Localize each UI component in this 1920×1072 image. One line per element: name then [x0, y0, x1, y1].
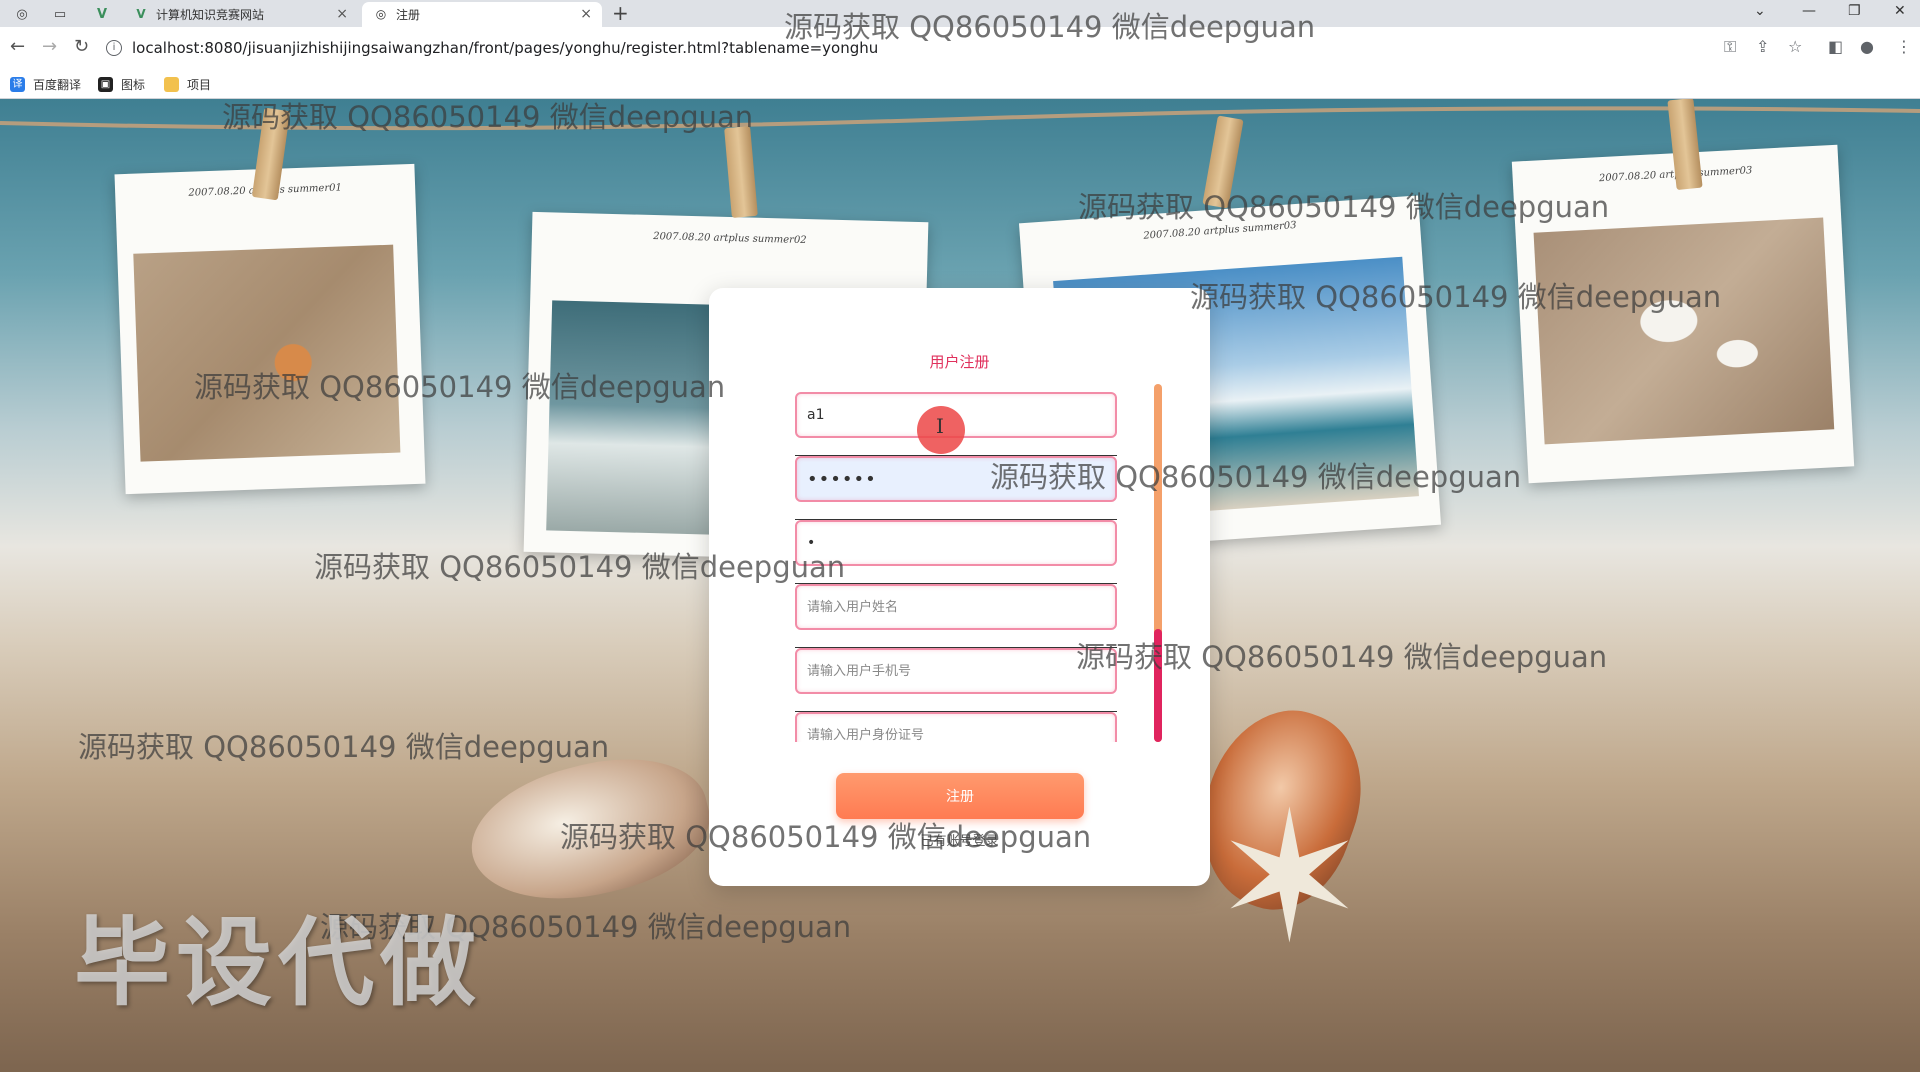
tab-title: 注册 — [396, 8, 421, 22]
bookmark-icons[interactable]: ▣ 图标 — [98, 76, 145, 93]
watermark: 源码获取 QQ86050149 微信deepguan — [990, 460, 1522, 494]
shells-photo — [1533, 217, 1835, 445]
close-icon[interactable]: × — [336, 6, 348, 22]
close-window-button[interactable]: ✕ — [1894, 3, 1906, 19]
image-icon: ▣ — [98, 77, 113, 92]
starfish-decoration: ✶ — [1214, 774, 1365, 983]
tab-register[interactable]: ◎ 注册 × — [362, 2, 602, 27]
name-input[interactable] — [795, 584, 1117, 630]
back-icon[interactable]: ← — [10, 36, 25, 57]
idcard-input[interactable] — [795, 712, 1117, 742]
menu-icon[interactable]: ⋮ — [1896, 37, 1912, 56]
url-text: localhost:8080/jisuanjizhishijingsaiwang… — [132, 39, 879, 57]
sidebar-icon[interactable]: ◧ — [1828, 37, 1843, 56]
bookmark-label: 图标 — [121, 78, 146, 92]
phone-input[interactable] — [795, 648, 1117, 694]
forward-icon[interactable]: → — [42, 36, 57, 57]
restore-button[interactable]: ❐ — [1848, 3, 1861, 19]
minimize-button[interactable]: — — [1802, 3, 1816, 19]
tab-competition-site[interactable]: V 计算机知识竞赛网站 × — [122, 2, 358, 27]
watermark: 源码获取 QQ86050149 微信deepguan — [78, 730, 610, 764]
info-icon[interactable]: i — [106, 40, 122, 56]
register-card: 用户注册 注册 已有账号登录 — [709, 288, 1210, 886]
watermark: 源码获取 QQ86050149 微信deepguan — [560, 820, 1092, 854]
key-icon[interactable]: ⚿ — [1724, 37, 1736, 57]
chevron-down-icon[interactable]: ⌄ — [1754, 3, 1766, 19]
form-scrollbar[interactable] — [1154, 384, 1162, 742]
reload-icon[interactable]: ↻ — [74, 36, 89, 57]
bookmark-baidu-translate[interactable]: 译 百度翻译 — [10, 76, 81, 93]
translate-icon: 译 — [10, 77, 25, 92]
folder-icon — [164, 77, 179, 92]
globe-icon[interactable]: ◎ — [6, 3, 38, 25]
watermark: 源码获取 QQ86050149 微信deepguan — [194, 370, 726, 404]
new-tab-button[interactable]: + — [612, 1, 629, 25]
share-icon[interactable]: ⇪ — [1756, 37, 1769, 56]
vue-tab-icon[interactable]: V — [86, 3, 118, 25]
watermark: 源码获取 QQ86050149 微信deepguan — [1190, 280, 1722, 314]
watermark: 源码获取 QQ86050149 微信deepguan — [1076, 640, 1608, 674]
name-field-row — [795, 584, 1117, 648]
bookmark-label: 项目 — [187, 78, 212, 92]
photo-caption: 2007.08.20 artplus summer02 — [653, 231, 807, 247]
bookmark-folder-project[interactable]: 项目 — [164, 76, 211, 93]
globe-icon: ◎ — [375, 7, 387, 21]
watermark: 源码获取 QQ86050149 微信deepguan — [784, 10, 1316, 44]
star-icon[interactable]: ☆ — [1788, 37, 1802, 56]
register-button[interactable]: 注册 — [836, 773, 1084, 819]
large-watermark: 毕设代做 — [74, 907, 482, 1019]
watermark: 源码获取 QQ86050149 微信deepguan — [314, 550, 846, 584]
blank-tab-icon[interactable]: ▭ — [44, 3, 76, 25]
idcard-field-row — [795, 712, 1117, 742]
starfish-photo — [133, 244, 401, 462]
watermark: 源码获取 QQ86050149 微信deepguan — [222, 100, 754, 134]
phone-field-row — [795, 648, 1117, 712]
text-cursor-icon: I — [936, 414, 944, 438]
tab-title: 计算机知识竞赛网站 — [156, 8, 265, 22]
watermark: 源码获取 QQ86050149 微信deepguan — [1078, 190, 1610, 224]
profile-icon[interactable]: ● — [1860, 37, 1874, 56]
page-title: 用户注册 — [929, 353, 990, 371]
hanging-photo-1: 2007.08.20 artplus summer01 — [114, 163, 426, 495]
vue-icon: V — [136, 7, 146, 21]
bookmark-label: 百度翻译 — [33, 78, 82, 92]
close-icon[interactable]: × — [580, 6, 592, 22]
